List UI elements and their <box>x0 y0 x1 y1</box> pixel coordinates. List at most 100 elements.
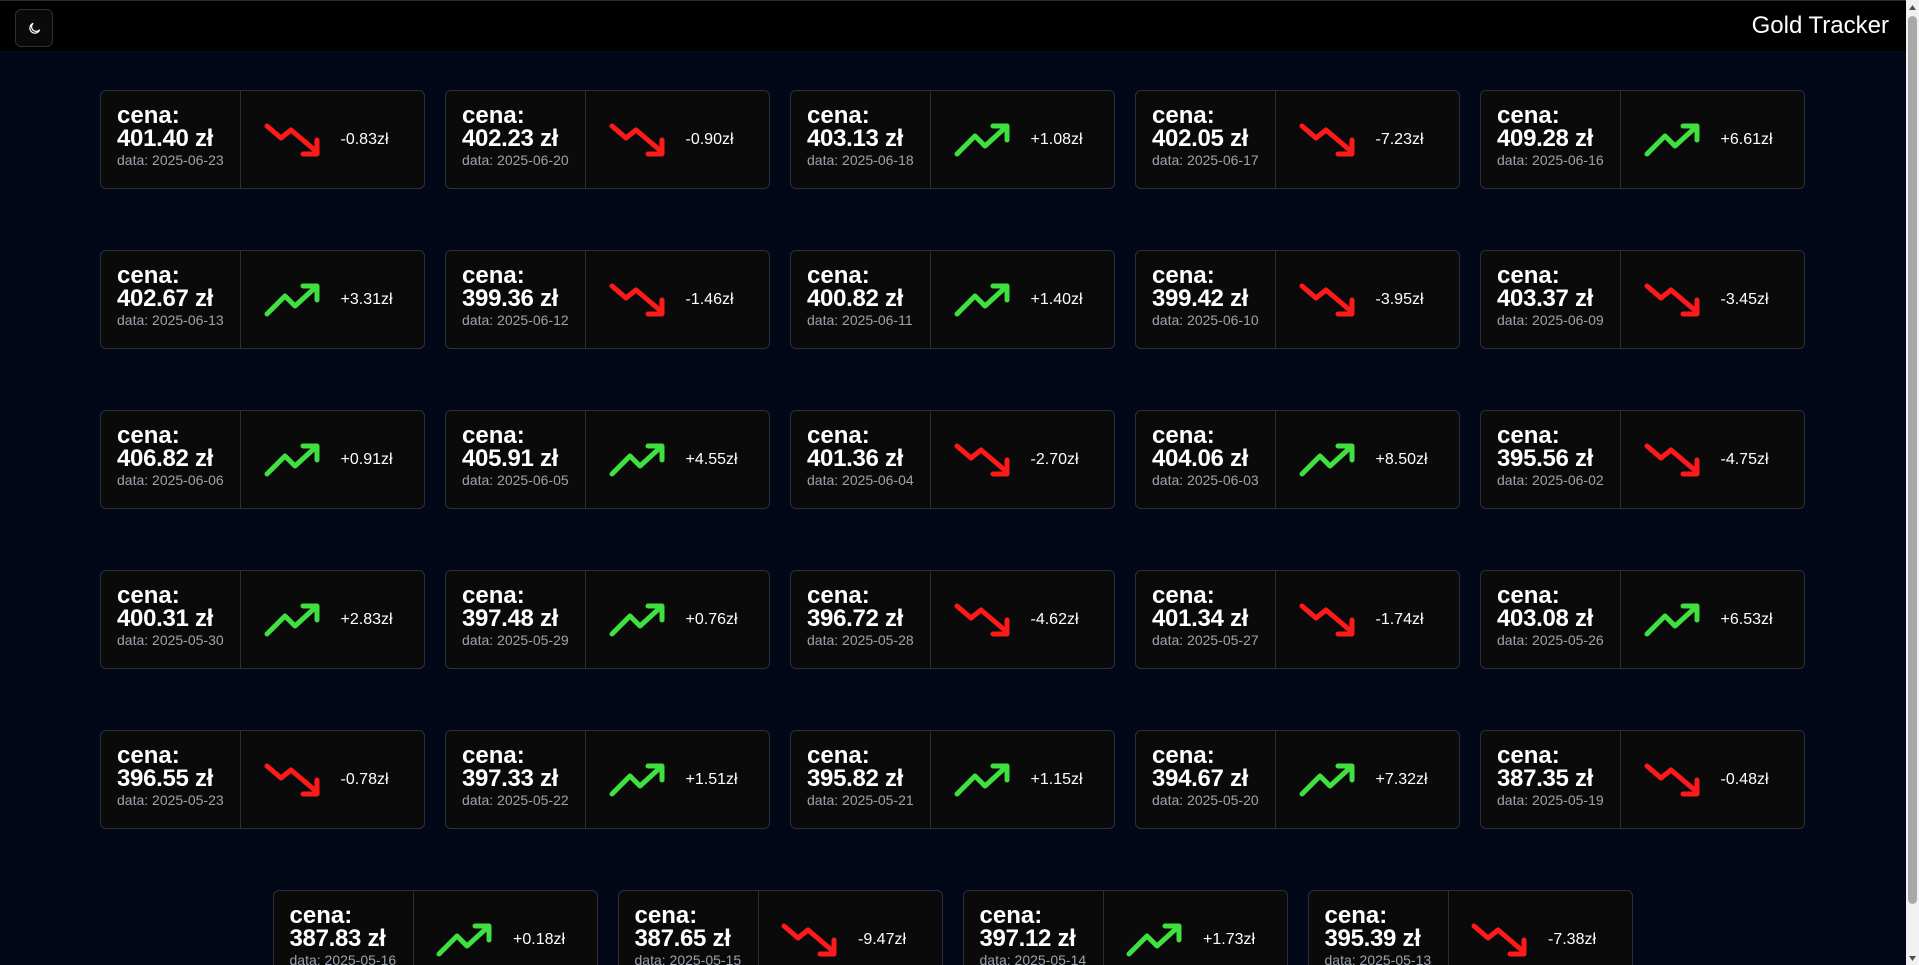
price-change: +6.53zł <box>1720 610 1773 628</box>
price-card: cena: 399.36 zł data: 2025-06-12 -1.46zł <box>445 250 770 349</box>
price-card-info: cena: 403.08 zł data: 2025-05-26 <box>1481 571 1621 668</box>
price-card-info: cena: 397.33 zł data: 2025-05-22 <box>446 731 586 828</box>
price-value: 397.12 zł <box>979 925 1076 952</box>
price-date: data: 2025-06-20 <box>462 152 569 168</box>
trending-up-icon <box>954 123 1009 156</box>
price-card-change: -2.70zł <box>931 411 1114 508</box>
price-value: 387.35 zł <box>1497 765 1594 792</box>
price-value: 409.28 zł <box>1497 125 1594 152</box>
price-label: cena: <box>634 902 698 929</box>
price-date: data: 2025-05-29 <box>462 632 569 648</box>
trending-down-icon <box>954 603 1009 636</box>
price-label: cena: <box>462 262 525 289</box>
price-value: 399.42 zł <box>1152 285 1249 312</box>
price-date: data: 2025-06-13 <box>117 312 224 328</box>
price-date: data: 2025-06-06 <box>117 472 224 488</box>
trending-down-icon <box>264 123 319 156</box>
trending-down-icon <box>1644 283 1699 316</box>
trending-down-icon <box>1471 923 1527 956</box>
price-date: data: 2025-05-15 <box>634 952 742 965</box>
price-date: data: 2025-05-14 <box>979 952 1087 965</box>
price-date: data: 2025-05-30 <box>117 632 224 648</box>
trending-up-icon <box>609 443 664 476</box>
price-card: cena: 406.82 zł data: 2025-06-06 +0.91zł <box>100 410 425 509</box>
scrollbar-thumb[interactable] <box>1908 16 1917 904</box>
price-card-change: -3.45zł <box>1621 251 1804 348</box>
price-card: cena: 402.05 zł data: 2025-06-17 -7.23zł <box>1135 90 1460 189</box>
price-label: cena: <box>117 582 180 609</box>
price-card-change: +2.83zł <box>241 571 424 668</box>
price-card: cena: 387.65 zł data: 2025-05-15 -9.47zł <box>617 890 943 965</box>
scroll-up-arrow-icon[interactable] <box>1906 0 1919 14</box>
price-change: +4.55zł <box>685 450 738 468</box>
theme-toggle-button[interactable] <box>15 9 53 47</box>
price-card-info: cena: 397.12 zł data: 2025-05-14 <box>964 891 1104 965</box>
trending-up-icon <box>1299 443 1354 476</box>
trending-up-icon <box>609 603 664 636</box>
price-card: cena: 401.34 zł data: 2025-05-27 -1.74zł <box>1135 570 1460 669</box>
price-value: 402.67 zł <box>117 285 214 312</box>
price-card-info: cena: 387.83 zł data: 2025-05-16 <box>274 891 414 965</box>
price-card-info: cena: 401.40 zł data: 2025-06-23 <box>101 91 241 188</box>
trending-down-icon <box>609 283 664 316</box>
price-card: cena: 402.67 zł data: 2025-06-13 +3.31zł <box>100 250 425 349</box>
price-card: cena: 395.82 zł data: 2025-05-21 +1.15zł <box>790 730 1115 829</box>
price-card: cena: 403.37 zł data: 2025-06-09 -3.45zł <box>1480 250 1805 349</box>
price-card-change: -4.75zł <box>1621 411 1804 508</box>
price-label: cena: <box>1152 742 1215 769</box>
price-card-info: cena: 397.48 zł data: 2025-05-29 <box>446 571 586 668</box>
trending-up-icon <box>264 443 319 476</box>
price-label: cena: <box>462 422 525 449</box>
price-label: cena: <box>462 582 525 609</box>
price-card-change: -7.23zł <box>1276 91 1459 188</box>
trending-down-icon <box>609 123 664 156</box>
price-label: cena: <box>1152 262 1215 289</box>
price-card-change: -0.78zł <box>241 731 424 828</box>
price-change: -0.78zł <box>340 770 389 788</box>
price-card-change: +1.08zł <box>931 91 1114 188</box>
price-date: data: 2025-05-19 <box>1497 792 1604 808</box>
price-card-change: +0.91zł <box>241 411 424 508</box>
scroll-down-arrow-icon[interactable] <box>1906 951 1919 965</box>
trending-down-icon <box>1299 603 1354 636</box>
price-change: -1.46zł <box>685 290 734 308</box>
price-card: cena: 403.08 zł data: 2025-05-26 +6.53zł <box>1480 570 1805 669</box>
price-date: data: 2025-05-27 <box>1152 632 1259 648</box>
price-change: +6.61zł <box>1720 130 1773 148</box>
price-card-info: cena: 394.67 zł data: 2025-05-20 <box>1136 731 1276 828</box>
vertical-scrollbar[interactable] <box>1906 0 1919 965</box>
price-value: 401.36 zł <box>807 445 904 472</box>
price-value: 395.56 zł <box>1497 445 1594 472</box>
price-card-change: -0.48zł <box>1621 731 1804 828</box>
trending-up-icon <box>954 283 1009 316</box>
price-date: data: 2025-05-21 <box>807 792 914 808</box>
price-value: 387.65 zł <box>634 925 731 952</box>
price-change: +7.32zł <box>1375 770 1428 788</box>
price-date: data: 2025-05-23 <box>117 792 224 808</box>
trending-down-icon <box>1299 283 1354 316</box>
price-date: data: 2025-06-03 <box>1152 472 1259 488</box>
price-card-change: +1.15zł <box>931 731 1114 828</box>
price-change: -0.90zł <box>685 130 734 148</box>
price-label: cena: <box>462 102 525 129</box>
price-change: +3.31zł <box>340 290 393 308</box>
trending-down-icon <box>781 923 837 956</box>
price-date: data: 2025-05-13 <box>1324 952 1432 965</box>
price-date: data: 2025-06-16 <box>1497 152 1604 168</box>
price-label: cena: <box>807 102 870 129</box>
price-card: cena: 395.56 zł data: 2025-06-02 -4.75zł <box>1480 410 1805 509</box>
price-change: +1.51zł <box>685 770 738 788</box>
trending-down-icon <box>264 763 319 796</box>
price-card: cena: 403.13 zł data: 2025-06-18 +1.08zł <box>790 90 1115 189</box>
trending-up-icon <box>436 923 492 956</box>
price-card-change: -3.95zł <box>1276 251 1459 348</box>
price-card-info: cena: 399.36 zł data: 2025-06-12 <box>446 251 586 348</box>
price-label: cena: <box>1497 262 1560 289</box>
price-card-info: cena: 402.67 zł data: 2025-06-13 <box>101 251 241 348</box>
price-value: 403.13 zł <box>807 125 904 152</box>
price-label: cena: <box>807 582 870 609</box>
price-label: cena: <box>807 422 870 449</box>
price-card: cena: 395.39 zł data: 2025-05-13 -7.38zł <box>1307 890 1633 965</box>
price-value: 396.55 zł <box>117 765 214 792</box>
price-change: +0.76zł <box>685 610 738 628</box>
